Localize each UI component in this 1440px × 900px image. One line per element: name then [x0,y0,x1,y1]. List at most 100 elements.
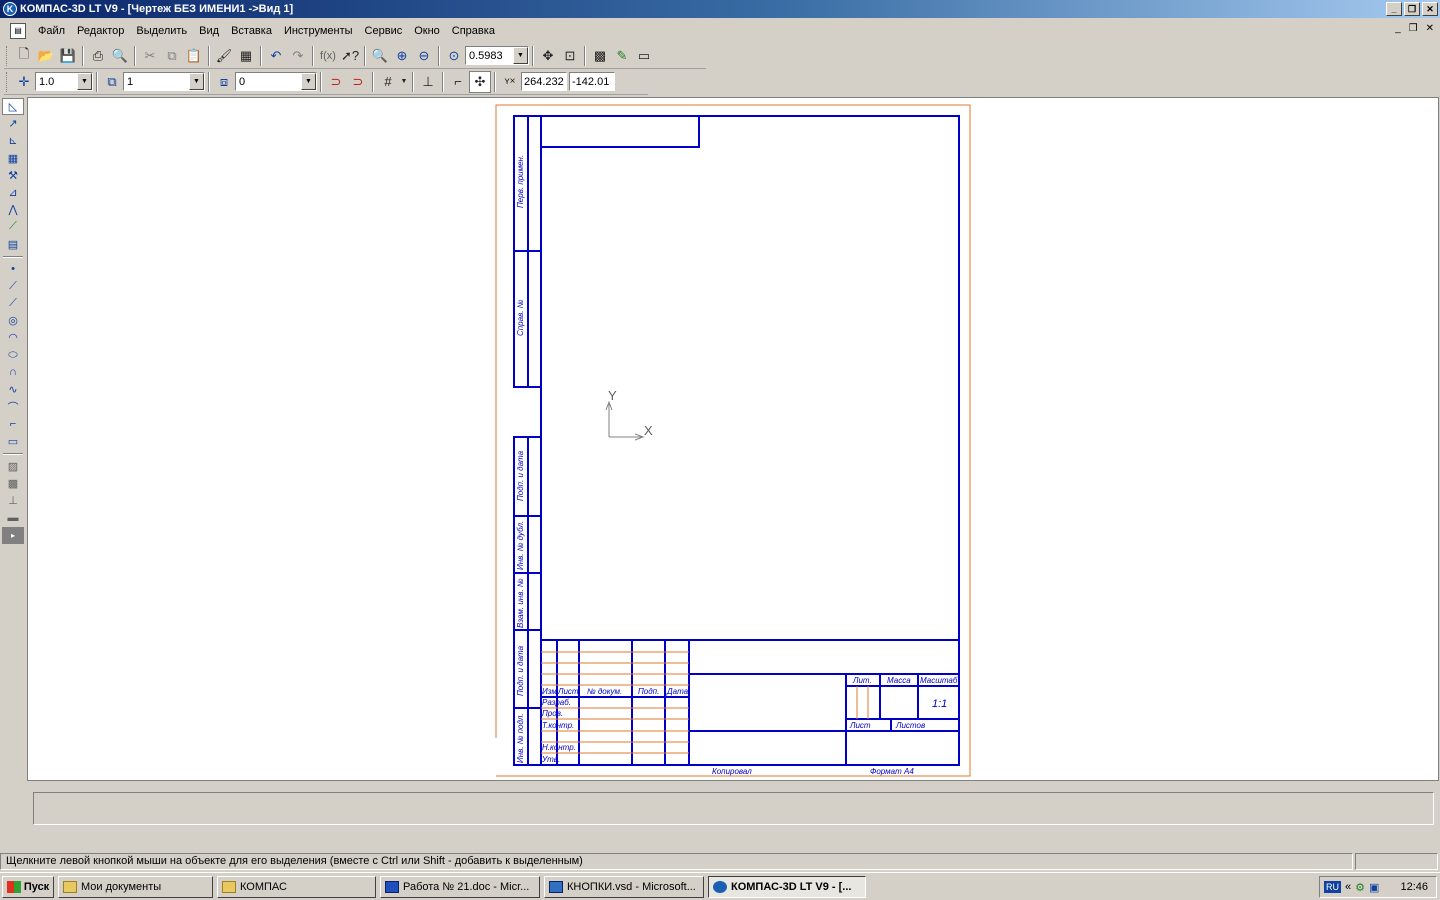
coord-y-field[interactable]: -142.01 [569,72,615,91]
menu-select[interactable]: Выделить [130,21,193,40]
function-icon[interactable]: f(x) [317,45,339,67]
rectangle-icon[interactable]: ▭ [2,433,24,450]
select-panel-icon[interactable]: ⋀ [2,201,24,218]
layer-state-icon[interactable]: ⧈ [213,71,235,93]
menu-view[interactable]: Вид [193,21,225,40]
menu-insert[interactable]: Вставка [225,21,278,40]
collect-contour-icon[interactable]: ⊥ [2,492,24,509]
menu-editor[interactable]: Редактор [71,21,130,40]
expand-panel-icon[interactable]: ▸ [2,526,24,544]
restore-button[interactable]: ❐ [1404,2,1420,16]
hatch-icon[interactable]: ▨ [2,458,24,475]
ellipse-icon[interactable]: ⬭ [2,347,24,364]
print-preview-icon[interactable]: 🔍 [109,45,131,67]
associative-view-icon[interactable]: ⟋ [2,218,24,235]
auxiliary-line-icon[interactable]: ⟋ [2,278,24,295]
document-icon[interactable]: ▤ [10,22,26,39]
doc-restore-button[interactable]: ❐ [1409,23,1418,34]
task-visio-document[interactable]: КНОПКИ.vsd - Microsoft... [544,875,704,898]
menu-window[interactable]: Окно [408,21,446,40]
zoom-in-icon[interactable]: ⊕ [391,45,413,67]
designations-panel-icon[interactable]: ⊾ [2,132,24,149]
task-my-documents[interactable]: Мои документы [58,875,213,898]
kompas-app-icon[interactable]: K [3,2,17,16]
grid-icon[interactable]: # [377,71,399,93]
cut-icon[interactable]: ✂ [139,45,161,67]
menu-file[interactable]: Файл [32,21,71,40]
snap-local-icon[interactable]: ⊃ [347,71,369,93]
continuous-input-icon[interactable]: ∩ [2,364,24,381]
chevron-down-icon[interactable]: ▼ [399,71,409,93]
zoom-fit-icon[interactable]: ⊡ [559,45,581,67]
task-kompas-app[interactable]: КОМПАС-3D LT V9 - [... [708,875,866,898]
menu-tools[interactable]: Инструменты [278,21,359,40]
local-cs-icon[interactable]: ⊥ [417,71,439,93]
zoom-scale-icon[interactable]: ⊙ [443,45,465,67]
toolbar-grip[interactable] [6,45,9,66]
arc-icon[interactable]: ◠ [2,329,24,346]
properties-brush-icon[interactable]: 🖌 [213,45,235,67]
doc-minimize-button[interactable]: _ [1395,23,1401,34]
chevron-down-icon[interactable]: ▼ [189,73,204,90]
spec-panel-icon[interactable]: ▤ [2,236,24,253]
chevron-down-icon[interactable]: ▼ [513,47,528,64]
dimensions-panel-icon[interactable]: ↗ [2,115,24,132]
editing-panel-icon[interactable]: ▦ [2,150,24,167]
manager-icon[interactable]: ▦ [235,45,257,67]
doc-close-button[interactable]: ✕ [1426,23,1434,34]
undo-icon[interactable]: ↶ [265,45,287,67]
toolbar-grip[interactable] [6,71,9,92]
task-word-document[interactable]: Работа № 21.doc - Micr... [380,875,540,898]
circle-icon[interactable]: ◎ [2,312,24,329]
zoom-window-icon[interactable]: 🔍 [369,45,391,67]
regenerate-icon[interactable]: ▩ [589,45,611,67]
open-folder-icon[interactable]: 📂 [35,45,57,67]
round-icon[interactable]: ✣ [469,70,491,93]
layer-combo[interactable]: 0 ▼ [235,72,317,91]
network-icon[interactable]: ⚙ [1355,881,1365,894]
new-document-icon[interactable]: 🗋 [13,45,35,67]
save-icon[interactable]: 💾 [57,45,79,67]
zoom-combo[interactable]: 0.5983 ▼ [465,46,529,65]
measure-panel-icon[interactable]: ⊿ [2,184,24,201]
fillet-icon[interactable]: ⌒ [2,398,24,415]
refresh-icon[interactable]: ✎ [611,45,633,67]
language-indicator[interactable]: RU [1324,881,1341,893]
copy-icon[interactable]: ⧉ [161,45,183,67]
paste-icon[interactable]: 📋 [183,45,205,67]
chevron-down-icon[interactable]: ▼ [77,73,92,90]
help-pointer-icon[interactable]: ➚? [339,45,361,67]
display-icon[interactable]: ▣ [1369,881,1379,894]
panel-toggle-icon[interactable]: ▭ [633,45,655,67]
menu-help[interactable]: Справка [446,21,501,40]
minimize-button[interactable]: _ [1386,2,1402,16]
coord-x-field[interactable]: 264.232 [521,72,567,91]
drawing-canvas[interactable]: Y X Перв. примен. Справ. № Подп. и дата … [27,97,1439,781]
spline-icon[interactable]: ∿ [2,381,24,398]
task-kompas-folder[interactable]: КОМПАС [217,875,376,898]
geometry-panel-icon[interactable]: ◺ [2,98,24,115]
fill-icon[interactable]: ▩ [2,475,24,492]
view-combo[interactable]: 1 ▼ [123,72,205,91]
print-icon[interactable]: ⎙ [87,45,109,67]
redo-icon[interactable]: ↷ [287,45,309,67]
ortho-icon[interactable]: ⌐ [447,71,469,93]
pan-icon[interactable]: ✥ [537,45,559,67]
view-state-icon[interactable]: ⧉ [101,71,123,93]
chevron-down-icon[interactable]: ▼ [301,73,316,90]
segment-icon[interactable]: ⟋ [2,295,24,312]
chamfer-icon[interactable]: ⌐ [2,415,24,432]
tray-expand-icon[interactable]: « [1345,881,1351,893]
equidistant-icon[interactable]: ▬ [2,509,24,526]
clock[interactable]: 12:46 [1400,881,1428,893]
start-button[interactable]: Пуск [2,875,54,898]
close-button[interactable]: ✕ [1422,2,1438,16]
cursor-step-icon[interactable]: ✛ [13,71,35,93]
zoom-out-icon[interactable]: ⊖ [413,45,435,67]
step-combo[interactable]: 1.0 ▼ [35,72,93,91]
menu-service[interactable]: Сервис [359,21,409,40]
parametrization-panel-icon[interactable]: ⚒ [2,167,24,184]
coordinates-icon[interactable]: ʏ× [499,71,521,93]
point-icon[interactable]: • [2,261,24,278]
snap-magnet-icon[interactable]: ⊃ [325,71,347,93]
